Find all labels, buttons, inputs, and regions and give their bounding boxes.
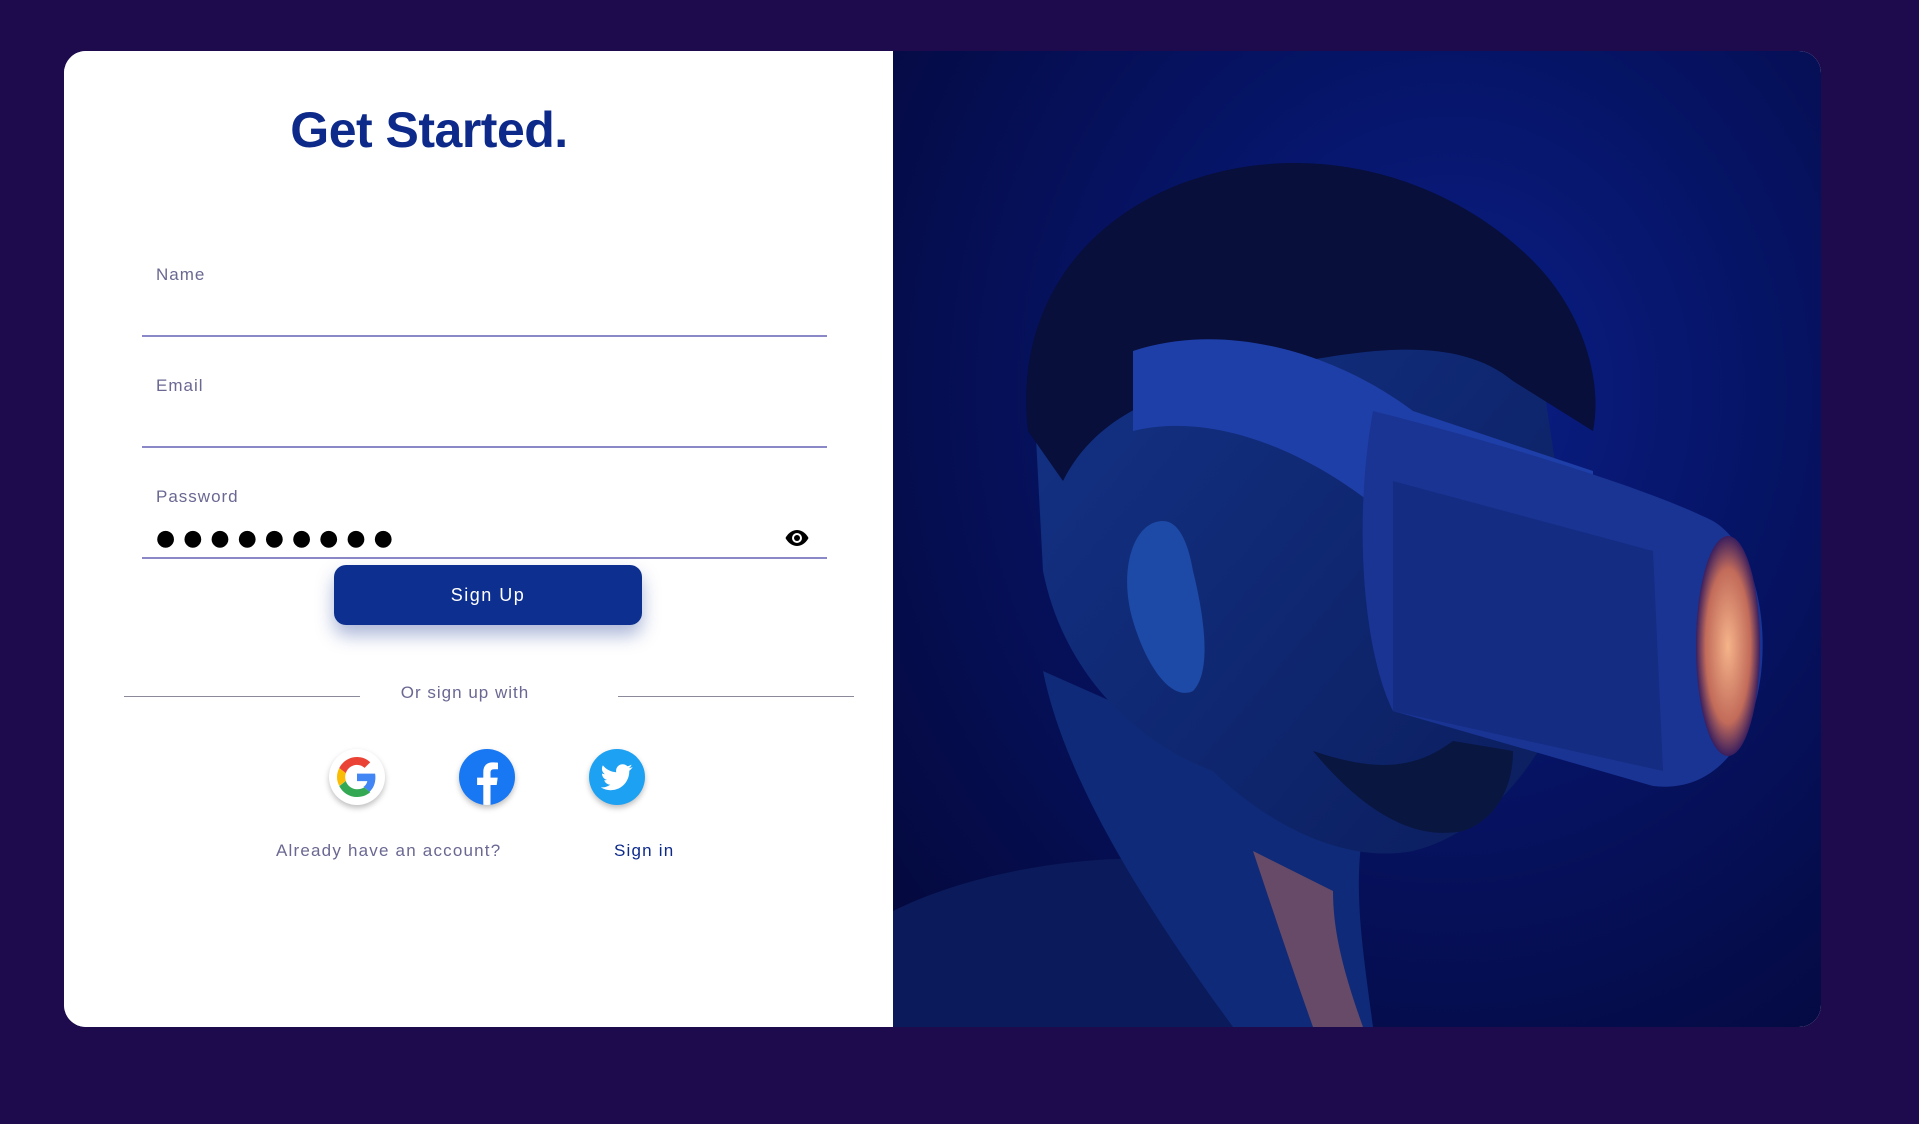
divider-text: Or sign up with bbox=[400, 683, 530, 702]
vr-headset-person-illustration bbox=[893, 163, 1763, 1027]
google-icon bbox=[337, 757, 376, 797]
email-field[interactable]: Email bbox=[142, 376, 827, 448]
facebook-signup-button[interactable] bbox=[459, 749, 515, 805]
divider-line-right bbox=[618, 696, 854, 697]
email-input[interactable] bbox=[156, 412, 777, 442]
facebook-icon bbox=[477, 762, 498, 805]
google-signup-button[interactable] bbox=[329, 749, 385, 805]
sign-in-link[interactable]: Sign in bbox=[614, 841, 674, 861]
hero-image bbox=[893, 51, 1821, 1027]
eye-icon[interactable] bbox=[785, 529, 809, 547]
password-field[interactable]: Password bbox=[142, 487, 827, 559]
account-prompt: Already have an account? bbox=[276, 841, 502, 860]
name-field[interactable]: Name bbox=[142, 265, 827, 337]
name-input[interactable] bbox=[156, 301, 777, 331]
name-label: Name bbox=[156, 265, 206, 284]
divider-line-left bbox=[124, 696, 360, 697]
signup-form-panel: Get Started. Name Email Password Sign Up… bbox=[64, 51, 893, 1027]
sign-up-button[interactable]: Sign Up bbox=[334, 565, 642, 625]
twitter-icon bbox=[601, 764, 633, 791]
password-input[interactable] bbox=[156, 523, 777, 553]
twitter-signup-button[interactable] bbox=[589, 749, 645, 805]
password-label: Password bbox=[156, 487, 239, 506]
email-label: Email bbox=[156, 376, 204, 395]
signup-card: Get Started. Name Email Password Sign Up… bbox=[64, 51, 1821, 1027]
page-title: Get Started. bbox=[290, 102, 568, 158]
